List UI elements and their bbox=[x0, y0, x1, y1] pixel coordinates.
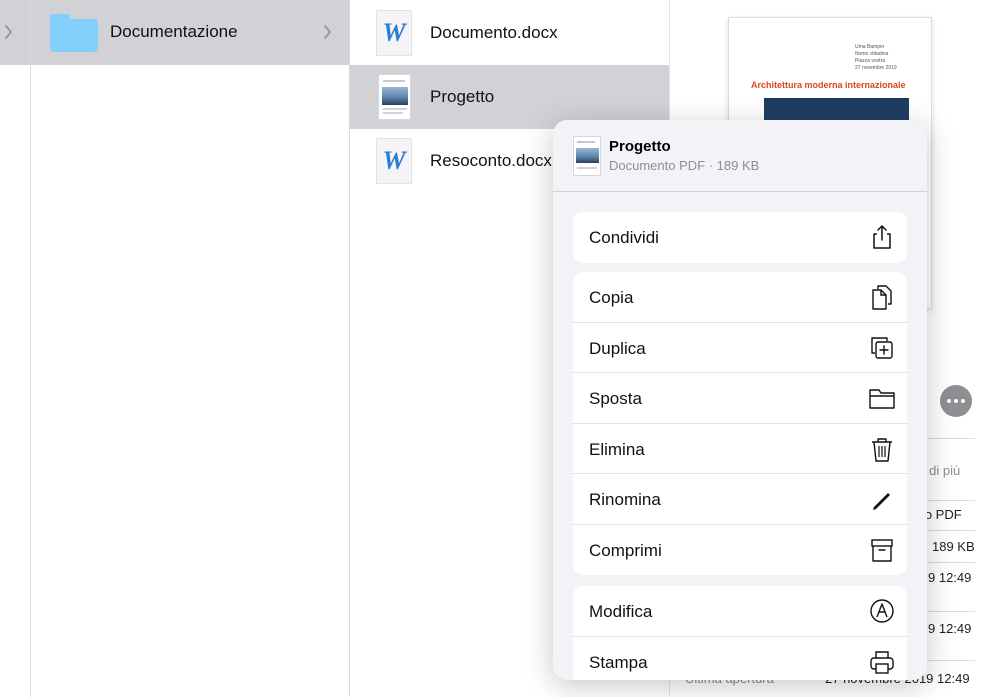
file-name: Progetto bbox=[430, 87, 495, 106]
menu-item-label: Condividi bbox=[589, 228, 659, 247]
archive-icon bbox=[869, 537, 895, 563]
preview-doc-title: Architettura moderna internazionale bbox=[751, 80, 906, 90]
menu-group-share: Condividi bbox=[573, 212, 907, 263]
menu-item-rinomina[interactable]: Rinomina bbox=[573, 474, 907, 525]
menu-item-modifica[interactable]: Modifica bbox=[573, 586, 907, 637]
chevron-right-icon bbox=[5, 25, 12, 39]
context-menu-subtitle: Documento PDF · 189 KB bbox=[609, 158, 760, 173]
folder-row-documentazione[interactable]: Documentazione bbox=[31, 0, 349, 65]
word-icon: W bbox=[376, 10, 412, 56]
folder-icon bbox=[869, 385, 895, 411]
file-name: Documento.docx bbox=[430, 23, 558, 42]
menu-group-edit: Modifica Stampa bbox=[573, 586, 907, 680]
share-icon bbox=[869, 224, 895, 250]
menu-item-condividi[interactable]: Condividi bbox=[573, 212, 907, 263]
menu-item-label: Sposta bbox=[589, 389, 642, 408]
menu-item-label: Duplica bbox=[589, 338, 646, 358]
context-menu: Progetto Documento PDF · 189 KB Condivid… bbox=[553, 120, 927, 680]
info-modified-value: 9 12:49 bbox=[928, 621, 972, 636]
folder-icon bbox=[50, 14, 98, 52]
duplicate-icon bbox=[869, 335, 895, 361]
menu-item-sposta[interactable]: Sposta bbox=[573, 373, 907, 424]
folder-label: Documentazione bbox=[110, 22, 238, 41]
menu-item-label: Comprimi bbox=[589, 540, 662, 560]
file-name: Resoconto.docx bbox=[430, 151, 552, 170]
menu-item-label: Stampa bbox=[589, 652, 648, 672]
markup-icon bbox=[869, 598, 895, 624]
menu-item-duplica[interactable]: Duplica bbox=[573, 323, 907, 373]
info-created-value: 9 12:49 bbox=[928, 570, 972, 585]
print-icon bbox=[869, 649, 895, 675]
menu-item-label: Rinomina bbox=[589, 490, 661, 509]
context-menu-title: Progetto bbox=[609, 138, 671, 155]
pdf-thumbnail-icon bbox=[378, 74, 411, 120]
more-options-button[interactable] bbox=[940, 385, 972, 417]
copy-icon bbox=[869, 284, 895, 310]
pdf-thumbnail-icon bbox=[573, 136, 601, 176]
file-row-documento[interactable]: W Documento.docx bbox=[350, 1, 669, 65]
chevron-right-icon bbox=[324, 25, 331, 39]
menu-item-label: Elimina bbox=[589, 439, 645, 459]
pencil-icon bbox=[869, 486, 895, 512]
word-icon: W bbox=[376, 138, 412, 184]
column-folders: Documentazione bbox=[31, 0, 350, 697]
info-size-value: 189 KB bbox=[932, 539, 975, 554]
menu-item-comprimi[interactable]: Comprimi bbox=[573, 525, 907, 576]
column-root bbox=[0, 0, 31, 697]
menu-item-elimina[interactable]: Elimina bbox=[573, 424, 907, 474]
menu-item-stampa[interactable]: Stampa bbox=[573, 637, 907, 681]
menu-item-label: Copia bbox=[589, 288, 634, 307]
trash-icon bbox=[869, 436, 895, 462]
context-menu-header: Progetto Documento PDF · 189 KB bbox=[553, 120, 927, 192]
preview-meta: Uma Bamper Nome cittadina Piazza vostra … bbox=[855, 44, 897, 71]
menu-item-label: Modifica bbox=[589, 602, 653, 621]
menu-item-copia[interactable]: Copia bbox=[573, 272, 907, 323]
menu-group-file-actions: Copia Duplica Sposta Elimina Rinomina Co… bbox=[573, 272, 907, 575]
